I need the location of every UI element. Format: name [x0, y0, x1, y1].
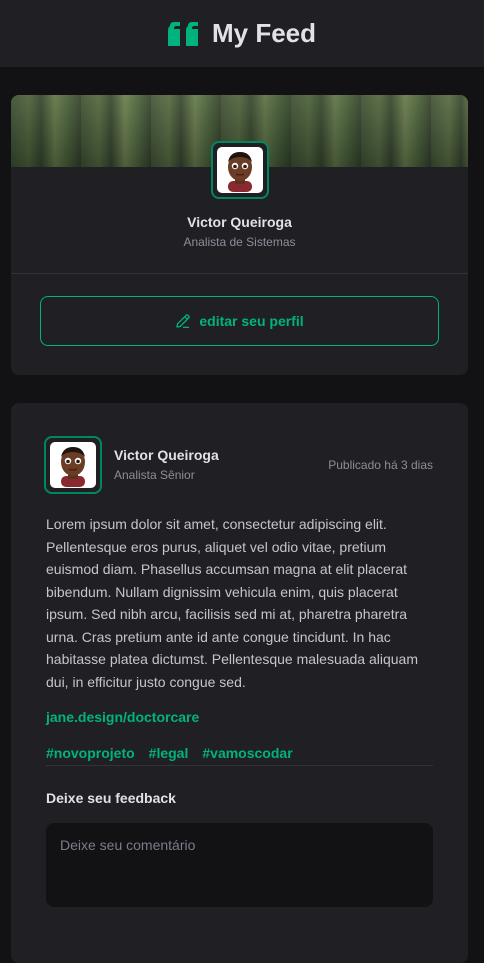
- quote-icon: [167, 21, 198, 46]
- profile-name: Victor Queiroga: [187, 214, 292, 230]
- post-card: Victor Queiroga Analista Sênior Publicad…: [11, 403, 468, 963]
- pencil-icon: [176, 314, 191, 328]
- divider: [46, 765, 433, 766]
- post-link[interactable]: jane.design/doctorcare: [46, 709, 199, 725]
- avatar-icon: [228, 152, 252, 192]
- avatar[interactable]: [44, 436, 102, 494]
- hashtag-list: #novoprojeto #legal #vamoscodar: [46, 745, 293, 761]
- divider: [11, 273, 468, 274]
- profile-card: Victor Queiroga Analista de Sistemas edi…: [11, 95, 468, 375]
- profile-role: Analista de Sistemas: [183, 235, 296, 249]
- edit-profile-label: editar seu perfil: [199, 313, 304, 329]
- post-content: Lorem ipsum dolor sit amet, consectetur …: [46, 516, 419, 690]
- comment-input[interactable]: [46, 823, 433, 907]
- feedback-title: Deixe seu feedback: [46, 790, 176, 806]
- author-role: Analista Sênior: [114, 468, 195, 482]
- avatar[interactable]: [211, 141, 269, 199]
- hashtag-link[interactable]: #vamoscodar: [202, 745, 292, 761]
- hashtag-link[interactable]: #novoprojeto: [46, 745, 135, 761]
- author-name: Victor Queiroga: [114, 447, 219, 463]
- hashtag-link[interactable]: #legal: [149, 745, 189, 761]
- post-timestamp: Publicado há 3 dias: [328, 458, 433, 472]
- edit-profile-button[interactable]: editar seu perfil: [40, 296, 439, 346]
- page-title: My Feed: [211, 18, 317, 48]
- app-header: My Feed: [0, 0, 484, 67]
- avatar-icon: [61, 447, 85, 487]
